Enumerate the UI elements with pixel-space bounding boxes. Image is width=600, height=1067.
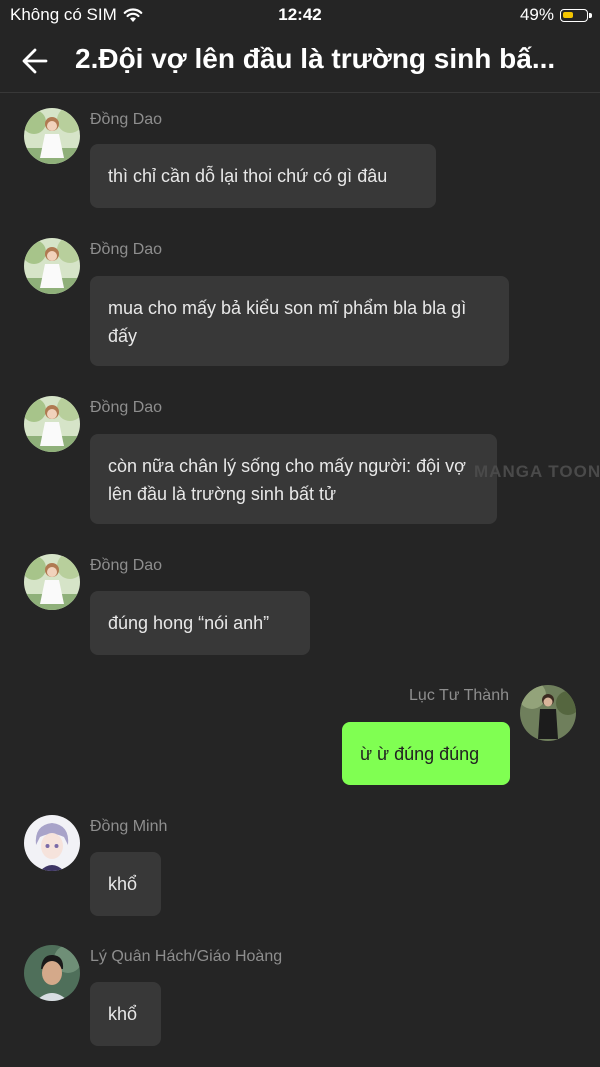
message-bubble-own[interactable]: ừ ừ đúng đúng (342, 722, 510, 785)
girl-white-dress-avatar[interactable] (24, 238, 80, 294)
battery-level (563, 11, 574, 18)
sender-name: Lý Quân Hách/Giáo Hoàng (90, 948, 283, 965)
girl-white-dress-avatar[interactable] (24, 396, 80, 452)
battery-icon (560, 8, 592, 22)
girl-white-dress-avatar[interactable] (24, 108, 80, 164)
message-bubble[interactable]: mua cho mấy bả kiểu son mĩ phẩm bla bla … (90, 276, 509, 366)
message-bubble[interactable]: thì chỉ cần dỗ lại thoi chứ có gì đâu (90, 144, 436, 208)
status-bar: Không có SIM 12:42 49% (0, 0, 600, 30)
sender-name: Đồng Dao (90, 557, 163, 574)
watermark: MANGA TOON (474, 462, 600, 481)
message-bubble[interactable]: đúng hong “nói anh” (90, 591, 310, 655)
girl-white-dress-avatar[interactable] (24, 554, 80, 610)
clock: 12:42 (278, 5, 322, 24)
chat-header: 2.Đội vợ lên đầu là trường sinh bấ... (0, 30, 600, 93)
sender-name: Đồng Dao (90, 399, 163, 416)
sender-name: Lục Tư Thành (409, 687, 509, 704)
sender-name: Đồng Dao (90, 111, 163, 128)
anime-boy-avatar[interactable] (24, 815, 80, 871)
chat-title: 2.Đội vợ lên đầu là trường sinh bấ... (75, 43, 556, 74)
sender-name: Đồng Minh (90, 818, 168, 835)
battery-group: 49% (519, 5, 592, 25)
back-button[interactable] (16, 44, 56, 78)
sender-name: Đồng Dao (90, 241, 163, 258)
man-in-suit-avatar[interactable] (520, 685, 576, 741)
message-bubble[interactable]: còn nữa chân lý sống cho mấy người: đội … (90, 434, 497, 524)
battery-percent: 49% (519, 5, 554, 24)
back-arrow-icon (22, 48, 48, 74)
man-portrait-avatar[interactable] (24, 945, 80, 1001)
message-bubble[interactable]: khổ (90, 852, 161, 916)
message-bubble[interactable]: khổ (90, 982, 161, 1046)
